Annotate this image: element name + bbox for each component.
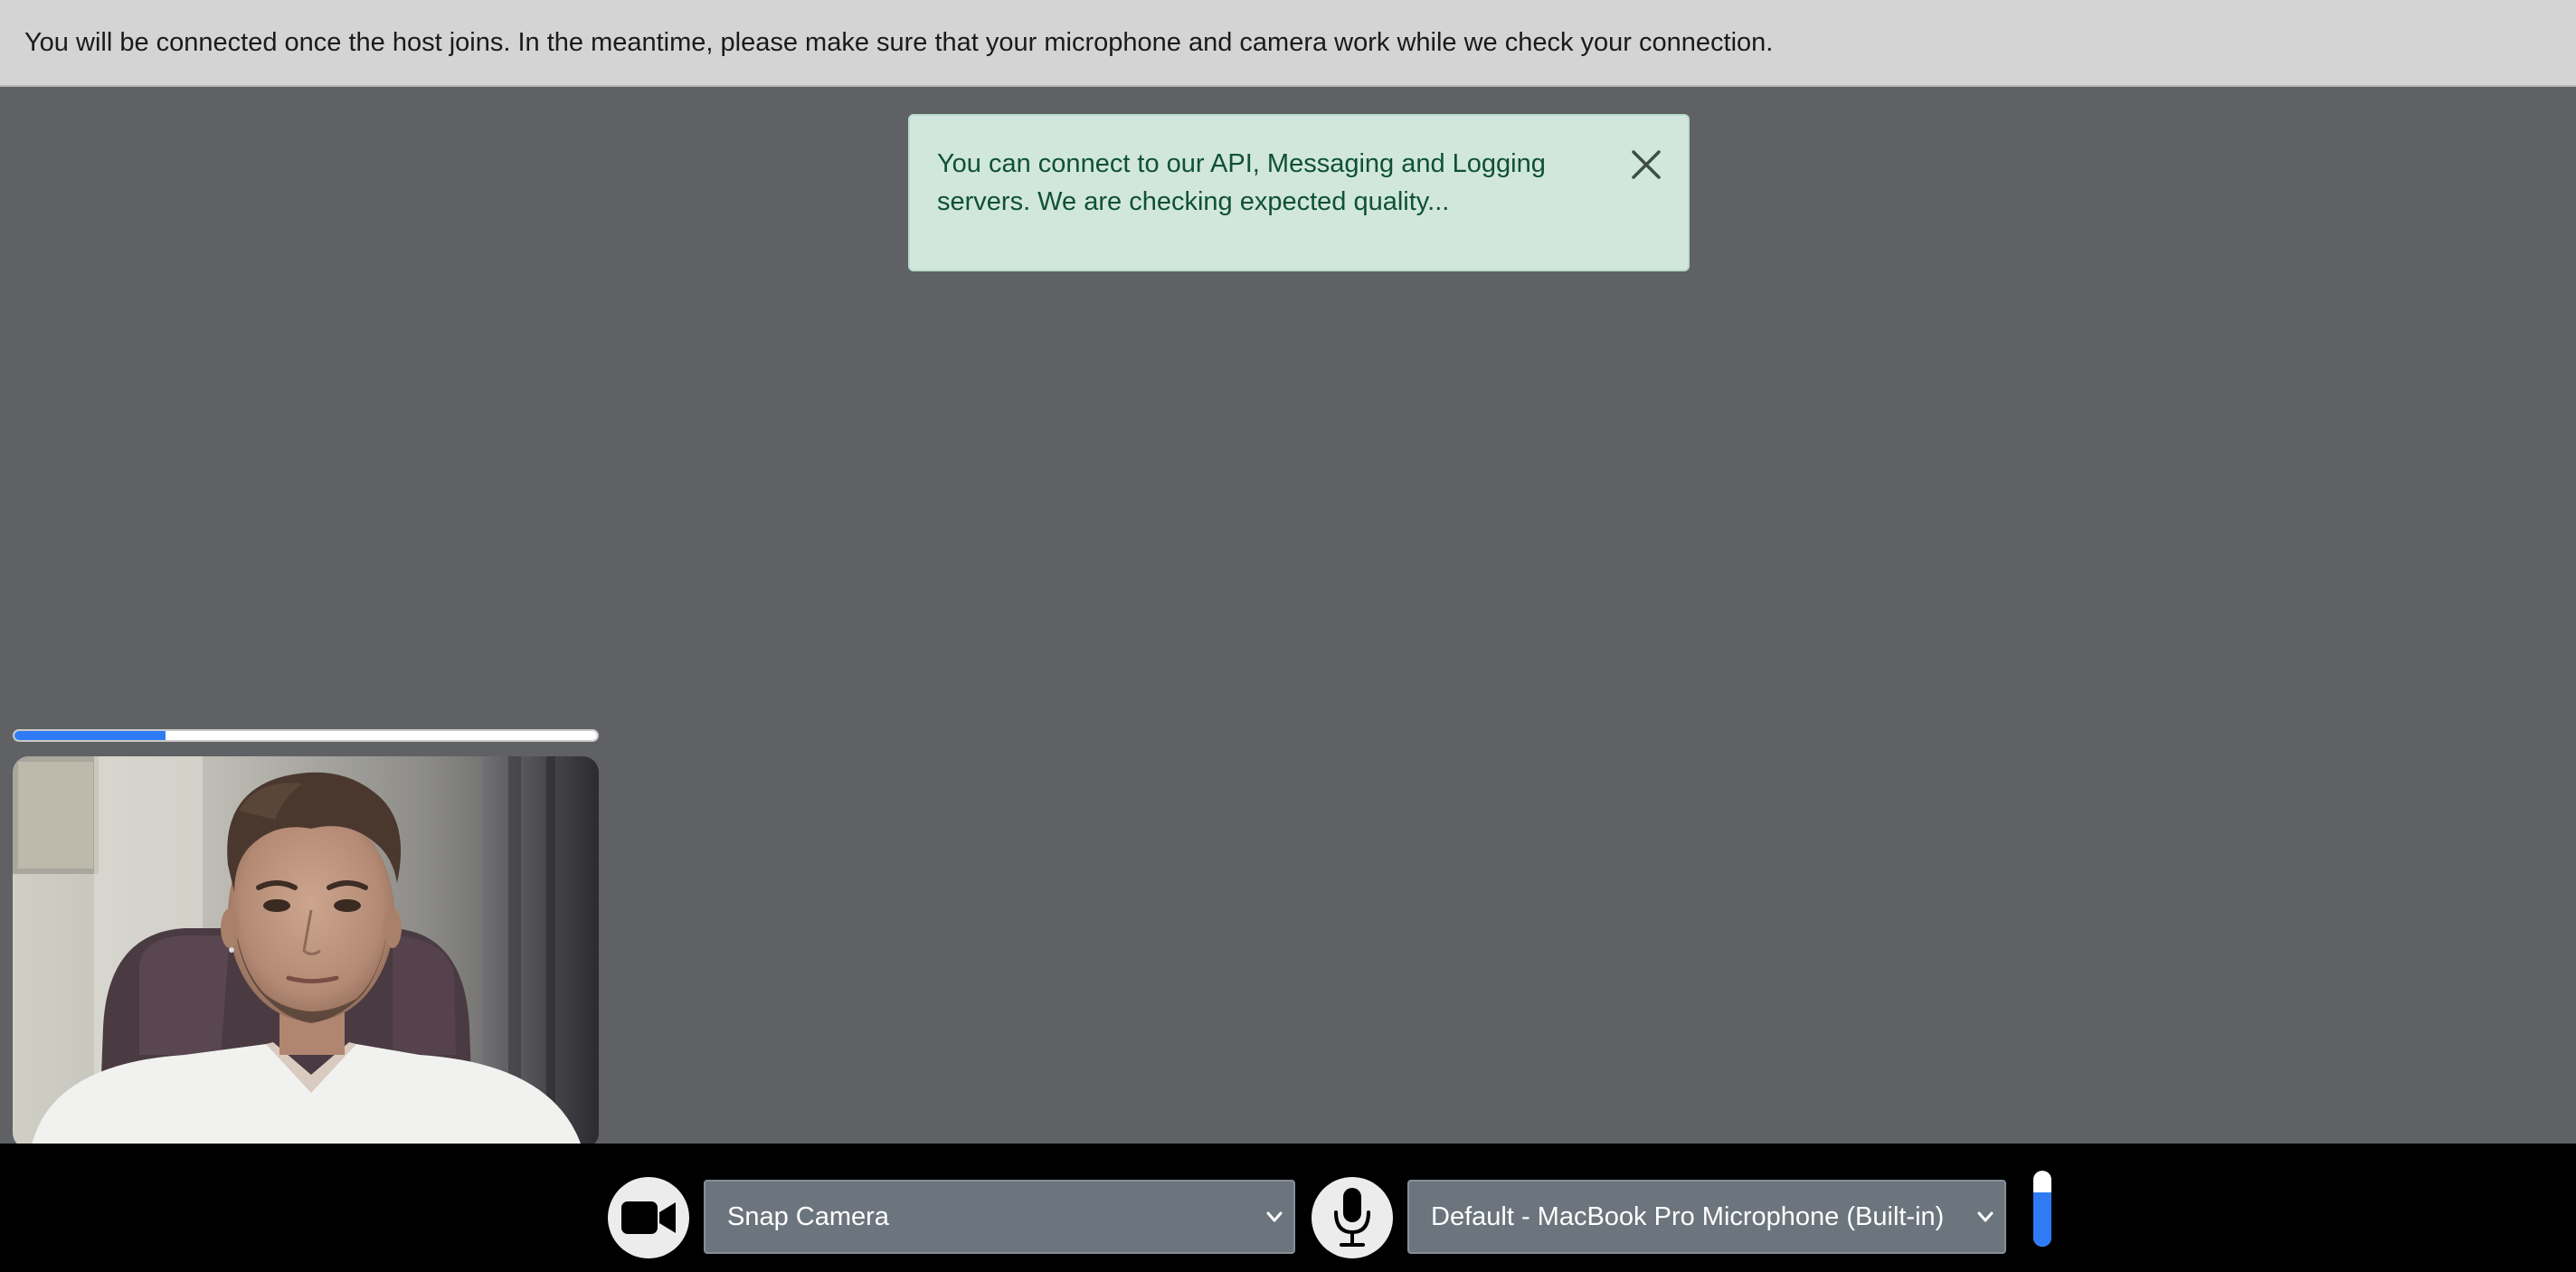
progress-fill — [14, 731, 166, 740]
connection-info-banner: You will be connected once the host join… — [0, 0, 2576, 87]
camera-select-value: Snap Camera — [727, 1201, 889, 1231]
quality-check-alert: You can connect to our API, Messaging an… — [908, 114, 1690, 271]
close-icon[interactable] — [1628, 147, 1664, 183]
microphone-level-meter — [2033, 1171, 2051, 1247]
alert-message: You can connect to our API, Messaging an… — [937, 149, 1546, 216]
microphone-select-value: Default - MacBook Pro Microphone (Built-… — [1431, 1201, 1945, 1231]
microphone-select[interactable]: Default - MacBook Pro Microphone (Built-… — [1407, 1180, 2006, 1254]
video-camera-icon[interactable] — [608, 1177, 689, 1258]
device-controls-bar: Snap Camera Default - MacBook Pro Microp… — [0, 1144, 2576, 1272]
microphone-icon[interactable] — [1312, 1177, 1393, 1258]
self-camera-preview — [13, 756, 599, 1149]
chevron-down-icon — [1974, 1205, 1997, 1229]
chevron-down-icon — [1263, 1205, 1286, 1229]
camera-select[interactable]: Snap Camera — [704, 1180, 1295, 1254]
camera-preview-image — [13, 756, 599, 1149]
banner-message: You will be connected once the host join… — [24, 27, 1774, 57]
connection-progress-bar — [13, 729, 599, 742]
microphone-level-fill — [2033, 1191, 2051, 1247]
